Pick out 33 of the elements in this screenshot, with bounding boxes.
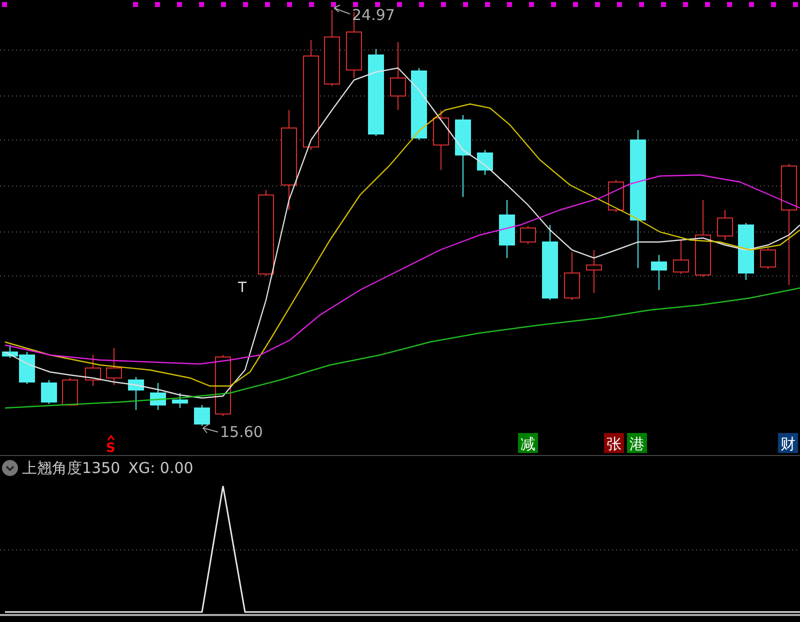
candlestick [477, 150, 493, 176]
candlestick [738, 222, 754, 280]
candlestick [106, 348, 122, 386]
low-arrow-icon [202, 424, 218, 434]
candlestick [673, 240, 689, 274]
candlestick [760, 248, 776, 270]
candlestick [128, 376, 144, 410]
candlestick [62, 378, 78, 406]
low-price-label: 15.60 [220, 423, 263, 441]
candlestick [586, 250, 602, 294]
candlestick [717, 210, 733, 240]
candlestick [41, 380, 57, 404]
candlestick [499, 200, 515, 258]
high-arrow-icon [334, 4, 350, 14]
indicator-name: 上翘角度1350 [22, 458, 120, 478]
news-badge[interactable]: 港 [627, 433, 647, 453]
candlestick [215, 354, 231, 416]
news-badge[interactable]: 减 [518, 433, 538, 453]
candlestick [85, 354, 101, 386]
indicator-value: XG: 0.00 [128, 459, 194, 477]
candlestick [194, 404, 210, 426]
candlestick [564, 252, 580, 300]
candlestick [150, 382, 166, 410]
candlestick [608, 180, 624, 212]
candlestick [172, 392, 188, 408]
candlestick [433, 110, 449, 170]
collapse-chevron-icon[interactable] [2, 460, 18, 476]
news-badge[interactable]: 张 [604, 433, 624, 453]
candlestick [520, 226, 536, 244]
candlestick [651, 254, 667, 290]
t-marker: T [238, 280, 247, 296]
news-badge[interactable]: 财 [778, 433, 798, 453]
candlestick [390, 42, 406, 110]
